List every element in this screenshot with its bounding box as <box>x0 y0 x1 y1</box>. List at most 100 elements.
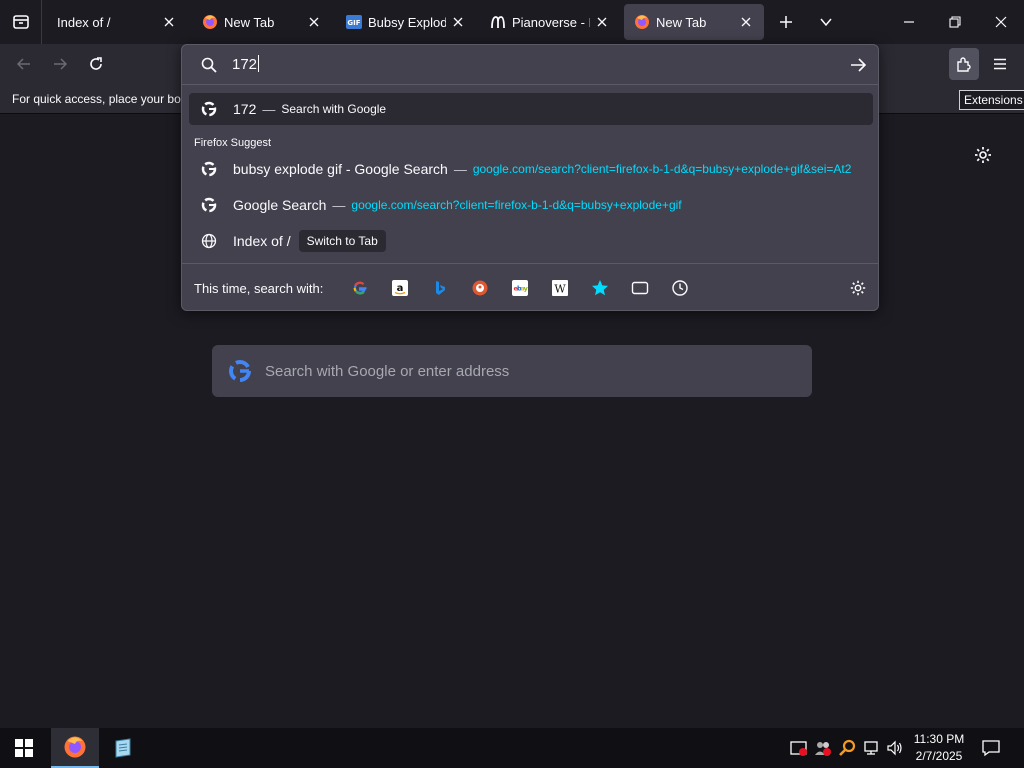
firefox-suggest-label: Firefox Suggest <box>194 137 272 149</box>
star-icon <box>592 280 608 296</box>
search-settings-button[interactable] <box>848 278 868 298</box>
search-placeholder: Search with Google or enter address <box>265 363 510 380</box>
tab-bubsy[interactable]: GIF Bubsy Explode G <box>336 4 476 40</box>
windows-icon <box>15 739 33 757</box>
tray-app-icon[interactable] <box>789 738 809 758</box>
tray-people-icon[interactable] <box>813 738 833 758</box>
bing-engine-button[interactable] <box>430 278 450 298</box>
amazon-icon: a <box>392 280 408 296</box>
switch-to-tab-result[interactable]: Index of / Switch to Tab <box>189 225 873 257</box>
restore-icon <box>949 16 961 28</box>
gear-icon <box>850 280 866 296</box>
result-title: 172 <box>233 101 257 117</box>
suggest-result[interactable]: bubsy explode gif - Google Search — goog… <box>189 153 873 185</box>
extensions-tooltip: Extensions <box>959 90 1024 110</box>
close-window-button[interactable] <box>978 0 1024 44</box>
firefox-view-button[interactable] <box>0 0 42 44</box>
list-all-tabs-button[interactable] <box>808 0 844 44</box>
app-menu-button[interactable] <box>986 50 1014 78</box>
close-icon[interactable] <box>738 14 754 30</box>
history-search-button[interactable] <box>670 278 690 298</box>
arrow-right-icon <box>54 58 68 70</box>
gear-icon[interactable] <box>973 145 993 165</box>
close-icon <box>995 16 1007 28</box>
urlbar-input-row[interactable]: 172 <box>182 45 878 85</box>
svg-text:a: a <box>397 283 404 294</box>
tab-index-of[interactable]: Index of / <box>47 4 187 40</box>
hamburger-icon <box>994 58 1006 70</box>
content-search-box[interactable]: Search with Google or enter address <box>212 345 812 397</box>
urlbar-popup: 172 172 — Search with Google Firefox Sug… <box>181 44 879 311</box>
tab-new-tab[interactable]: New Tab <box>192 4 332 40</box>
network-icon[interactable] <box>861 738 881 758</box>
security-icon <box>790 741 807 756</box>
pianoverse-icon <box>491 16 505 29</box>
taskbar-firefox[interactable] <box>51 728 99 768</box>
result-title: Index of / <box>233 233 291 249</box>
action-center-button[interactable] <box>981 738 1001 758</box>
tab-title: Index of / <box>57 14 111 30</box>
svg-text:GIF: GIF <box>347 19 360 27</box>
separator: — <box>332 197 346 213</box>
speaker-icon <box>887 740 902 756</box>
bookmarks-search-button[interactable] <box>590 278 610 298</box>
taskbar: 11:30 PM 2/7/2025 <box>0 728 1024 768</box>
urlbar-input-text: 172 <box>232 56 258 73</box>
back-button[interactable] <box>10 50 38 78</box>
clock-icon <box>672 280 688 296</box>
notification-icon <box>982 740 1000 757</box>
taskbar-clock[interactable]: 11:30 PM 2/7/2025 <box>904 731 974 765</box>
close-icon[interactable] <box>450 14 466 30</box>
google-engine-button[interactable] <box>350 278 370 298</box>
arrow-right-icon[interactable] <box>850 57 866 73</box>
minimize-button[interactable] <box>886 0 932 44</box>
svg-text:y: y <box>524 285 528 293</box>
firefox-view-icon <box>12 15 29 29</box>
minimize-icon <box>904 21 914 23</box>
start-button[interactable] <box>0 728 48 768</box>
duckduckgo-engine-button[interactable] <box>470 278 490 298</box>
google-icon <box>353 281 367 295</box>
chevron-down-icon <box>820 18 832 27</box>
result-url: google.com/search?client=firefox-b-1-d&q… <box>472 162 852 176</box>
clock-date: 2/7/2025 <box>915 749 963 763</box>
arrow-left-icon <box>16 58 30 70</box>
volume-icon[interactable] <box>885 738 905 758</box>
tab-new-tab-active[interactable]: New Tab <box>624 4 764 40</box>
close-icon[interactable] <box>594 14 610 30</box>
taskbar-notepad[interactable] <box>99 728 147 768</box>
separator: — <box>262 101 276 117</box>
reload-button[interactable] <box>82 50 110 78</box>
firefox-icon <box>64 736 86 758</box>
restore-button[interactable] <box>932 0 978 44</box>
google-icon <box>201 101 217 117</box>
tab-strip: Index of / New Tab GIF Bubsy Explode G P… <box>0 0 1024 44</box>
amazon-engine-button[interactable]: a <box>390 278 410 298</box>
urlbar-input[interactable]: 172 <box>232 55 260 73</box>
close-icon[interactable] <box>161 14 177 30</box>
close-icon[interactable] <box>306 14 322 30</box>
heuristic-result[interactable]: 172 — Search with Google <box>189 93 873 125</box>
result-title: Google Search <box>233 197 327 213</box>
reload-icon <box>90 57 102 70</box>
google-icon <box>201 197 217 213</box>
one-off-label: This time, search with: <box>194 281 324 296</box>
suggest-result[interactable]: Google Search — google.com/search?client… <box>189 189 873 221</box>
text-caret <box>258 55 260 72</box>
tray-search-icon[interactable] <box>837 738 857 758</box>
extensions-button[interactable] <box>949 48 979 80</box>
tabs-search-button[interactable] <box>630 278 650 298</box>
wikipedia-engine-button[interactable]: W <box>550 278 570 298</box>
forward-button[interactable] <box>46 50 74 78</box>
gif-icon: GIF <box>346 15 362 29</box>
notepad-icon <box>115 738 131 758</box>
google-icon <box>201 161 217 177</box>
ebay-engine-button[interactable]: ebay <box>510 278 530 298</box>
wikipedia-icon: W <box>552 280 568 296</box>
bookmarks-hint: For quick access, place your boo <box>12 92 188 106</box>
google-icon <box>229 360 251 382</box>
duckduckgo-icon <box>472 280 488 296</box>
new-tab-button[interactable] <box>768 0 804 44</box>
tab-pianoverse[interactable]: Pianoverse - Lo <box>480 4 620 40</box>
switch-to-tab-label: Switch to Tab <box>298 230 386 252</box>
